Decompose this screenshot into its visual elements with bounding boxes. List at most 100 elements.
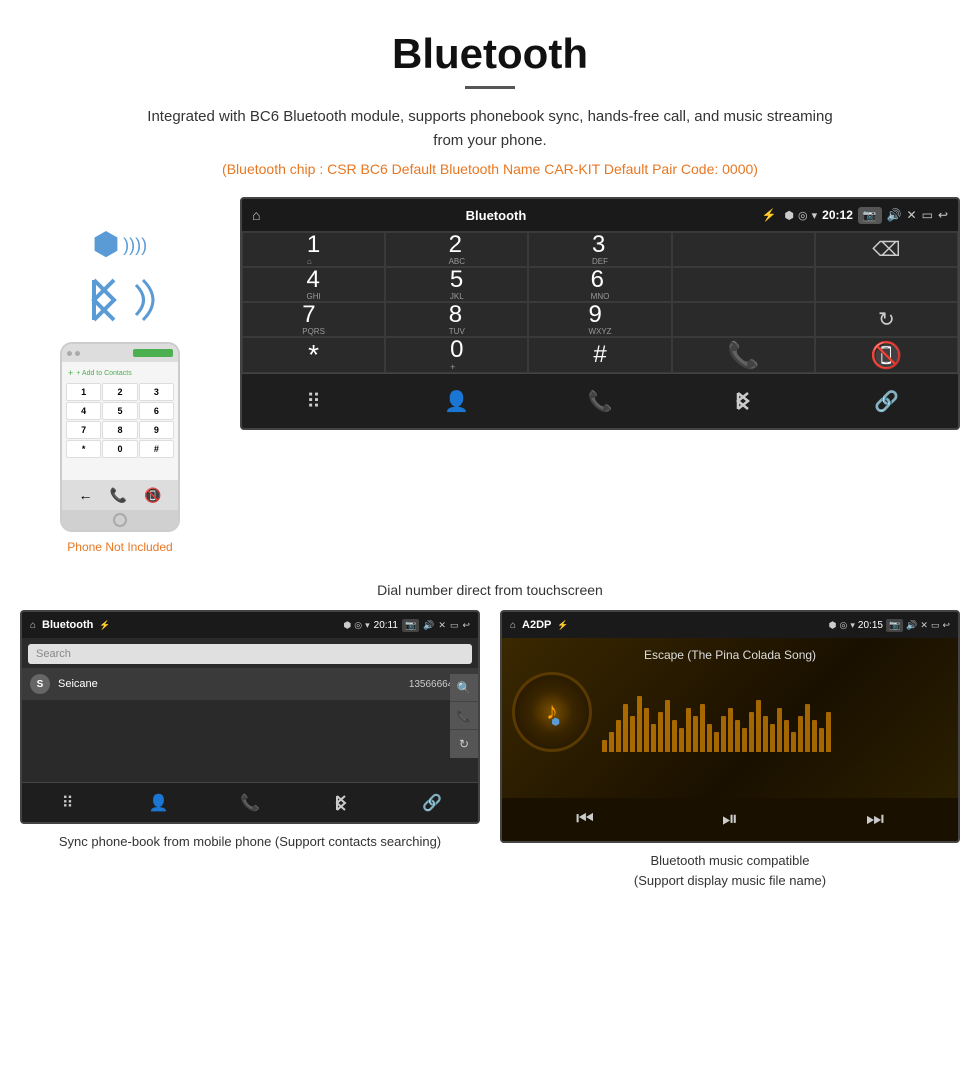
pb-vol-icon: 🔊 [423,620,434,631]
pb-caption: Sync phone-book from mobile phone (Suppo… [59,832,441,852]
music-vol-icon: 🔊 [906,620,917,631]
pb-gps-icon: ◎ [354,620,362,631]
gps-icon: ◎ [798,209,808,222]
dial-key-9[interactable]: 9 WXYZ [528,302,671,337]
pb-phone-icon[interactable]: 📞 [450,702,478,730]
pb-nav-contacts[interactable]: 👤 [113,783,204,822]
dial-key-4[interactable]: 4 GHI [242,267,385,302]
status-right: ⬢ ◎ ▾ 20:12 📷 🔊 ✕ ▭ ↩ [784,207,948,224]
pb-home-icon: ⌂ [30,620,36,631]
phone-dot-1 [67,351,72,356]
signal-icon: ▾ [812,209,818,222]
music-signal-icon: ▾ [850,620,855,631]
nav-call[interactable]: 📞 [528,374,671,428]
dial-call-green[interactable]: 📞 [672,337,815,373]
bottom-nav: ⠿ 👤 📞 🔗 [242,373,958,428]
album-bt-icon: ⬢ [551,717,560,728]
bluetooth-symbol [79,270,129,330]
music-time: 20:15 [858,620,883,631]
main-screen-mockup: ⌂ Bluetooth ⚡ ⬢ ◎ ▾ 20:12 📷 🔊 ✕ ▭ ↩ [240,197,960,430]
phone-end-btn: 📵 [144,487,161,504]
phone-back-btn: ← [79,487,93,503]
pb-contact-name: Seicane [58,678,409,690]
bt-status-icon: ⬢ [784,209,794,222]
bottom-row: ⌂ Bluetooth ⚡ ⬢ ◎ ▾ 20:11 📷 🔊 ✕ ▭ ↩ [0,610,980,910]
dial-key-0[interactable]: 0 + [385,337,528,373]
nav-link[interactable]: 🔗 [815,374,958,428]
music-play-pause[interactable]: ⏯ [722,808,738,831]
dial-empty-2 [672,267,815,302]
x-icon: ✕ [907,208,917,222]
music-win-icon: ▭ [931,620,940,631]
pb-time: 20:11 [374,620,398,631]
nav-apps[interactable]: ⠿ [242,374,385,428]
music-next[interactable]: ⏭ [866,808,884,831]
screen-title: Bluetooth [240,208,753,223]
phone-screen: + + Add to Contacts 1 2 3 4 5 6 7 8 9 * … [62,362,178,480]
music-bt-icon: ⬢ [829,620,837,631]
phone-key-4: 4 [66,402,101,420]
phone-key-6: 6 [139,402,174,420]
phone-key-3: 3 [139,383,174,401]
pb-reload-icon[interactable]: ↻ [450,730,478,758]
dial-key-star[interactable]: * [242,337,385,373]
dial-call-red[interactable]: 📵 [815,337,958,373]
phone-keypad: 1 2 3 4 5 6 7 8 9 * 0 # [66,383,174,458]
signal-waves [131,275,161,325]
back-icon: ↩ [938,208,948,222]
screen-wrapper: ⌂ Bluetooth ⚡ ⬢ ◎ ▾ 20:12 📷 🔊 ✕ ▭ ↩ [240,197,960,430]
phone-add-contact: + + Add to Contacts [66,366,174,380]
pb-nav-apps[interactable]: ⠿ [22,783,113,822]
nav-contacts[interactable]: 👤 [385,374,528,428]
pb-content: Search S Seicane 13566664466 🔍 📞 ↻ [22,644,478,782]
music-prev[interactable]: ⏮ [576,808,594,831]
dial-reload[interactable]: ↻ [815,302,958,337]
status-time: 20:12 [822,208,853,222]
pb-status-bar: ⌂ Bluetooth ⚡ ⬢ ◎ ▾ 20:11 📷 🔊 ✕ ▭ ↩ [22,612,478,638]
phone-home-btn [62,510,178,530]
bt-signal-group: ⬢ )))) [93,227,147,262]
dial-key-hash[interactable]: # [528,337,671,373]
camera-icon: 📷 [858,207,882,224]
dial-key-1[interactable]: 1 ⌂ [242,232,385,267]
phone-key-hash: # [139,440,174,458]
dial-key-7[interactable]: 7 PQRS [242,302,385,337]
music-album-art: ♪ ⬢ [512,672,592,752]
dial-key-8[interactable]: 8 TUV [385,302,528,337]
pb-search-icon[interactable]: 🔍 [450,674,478,702]
pb-empty-space [22,702,478,782]
pb-title: Bluetooth [42,619,93,631]
phone-not-included: Phone Not Included [67,540,172,554]
dial-key-3[interactable]: 3 DEF [528,232,671,267]
main-content: ⬢ )))) [0,197,980,554]
pb-usb-icon: ⚡ [99,620,110,631]
music-content: Escape (The Pina Colada Song) ♪ ⬢ [502,638,958,798]
music-main: ♪ ⬢ [512,672,948,752]
pb-sidebar: 🔍 📞 ↻ [450,674,478,758]
dial-empty-1 [672,232,815,267]
dial-key-5[interactable]: 5 JKL [385,267,528,302]
dial-key-6[interactable]: 6 MNO [528,267,671,302]
dial-delete[interactable]: ⌫ [815,232,958,267]
pb-nav-link[interactable]: 🔗 [387,783,478,822]
pb-nav-call[interactable]: 📞 [204,783,295,822]
dial-empty-4 [672,302,815,337]
pb-contact-row: S Seicane 13566664466 [22,668,478,700]
dial-key-2[interactable]: 2 ABC [385,232,528,267]
pb-search-bar[interactable]: Search [28,644,472,664]
phone-signal-bar [133,349,173,357]
pb-x-icon: ✕ [438,620,446,631]
pb-status-right: ⬢ ◎ ▾ 20:11 📷 🔊 ✕ ▭ ↩ [343,619,470,632]
phone-container: ⬢ )))) [20,197,220,554]
bt-with-signal [79,270,161,330]
phone-call-btn: 📞 [110,487,127,504]
pb-bt-icon: ⬢ [343,620,351,631]
pb-nav-bt[interactable] [296,783,387,822]
nav-bluetooth[interactable] [672,374,815,428]
album-art-inner: ♪ ⬢ [546,698,558,726]
music-back-icon: ↩ [942,620,950,631]
pb-back-icon: ↩ [462,620,470,631]
music-controls: ⏮ ⏯ ⏭ [502,798,958,841]
phone-key-9: 9 [139,421,174,439]
volume-icon: 🔊 [887,208,902,222]
